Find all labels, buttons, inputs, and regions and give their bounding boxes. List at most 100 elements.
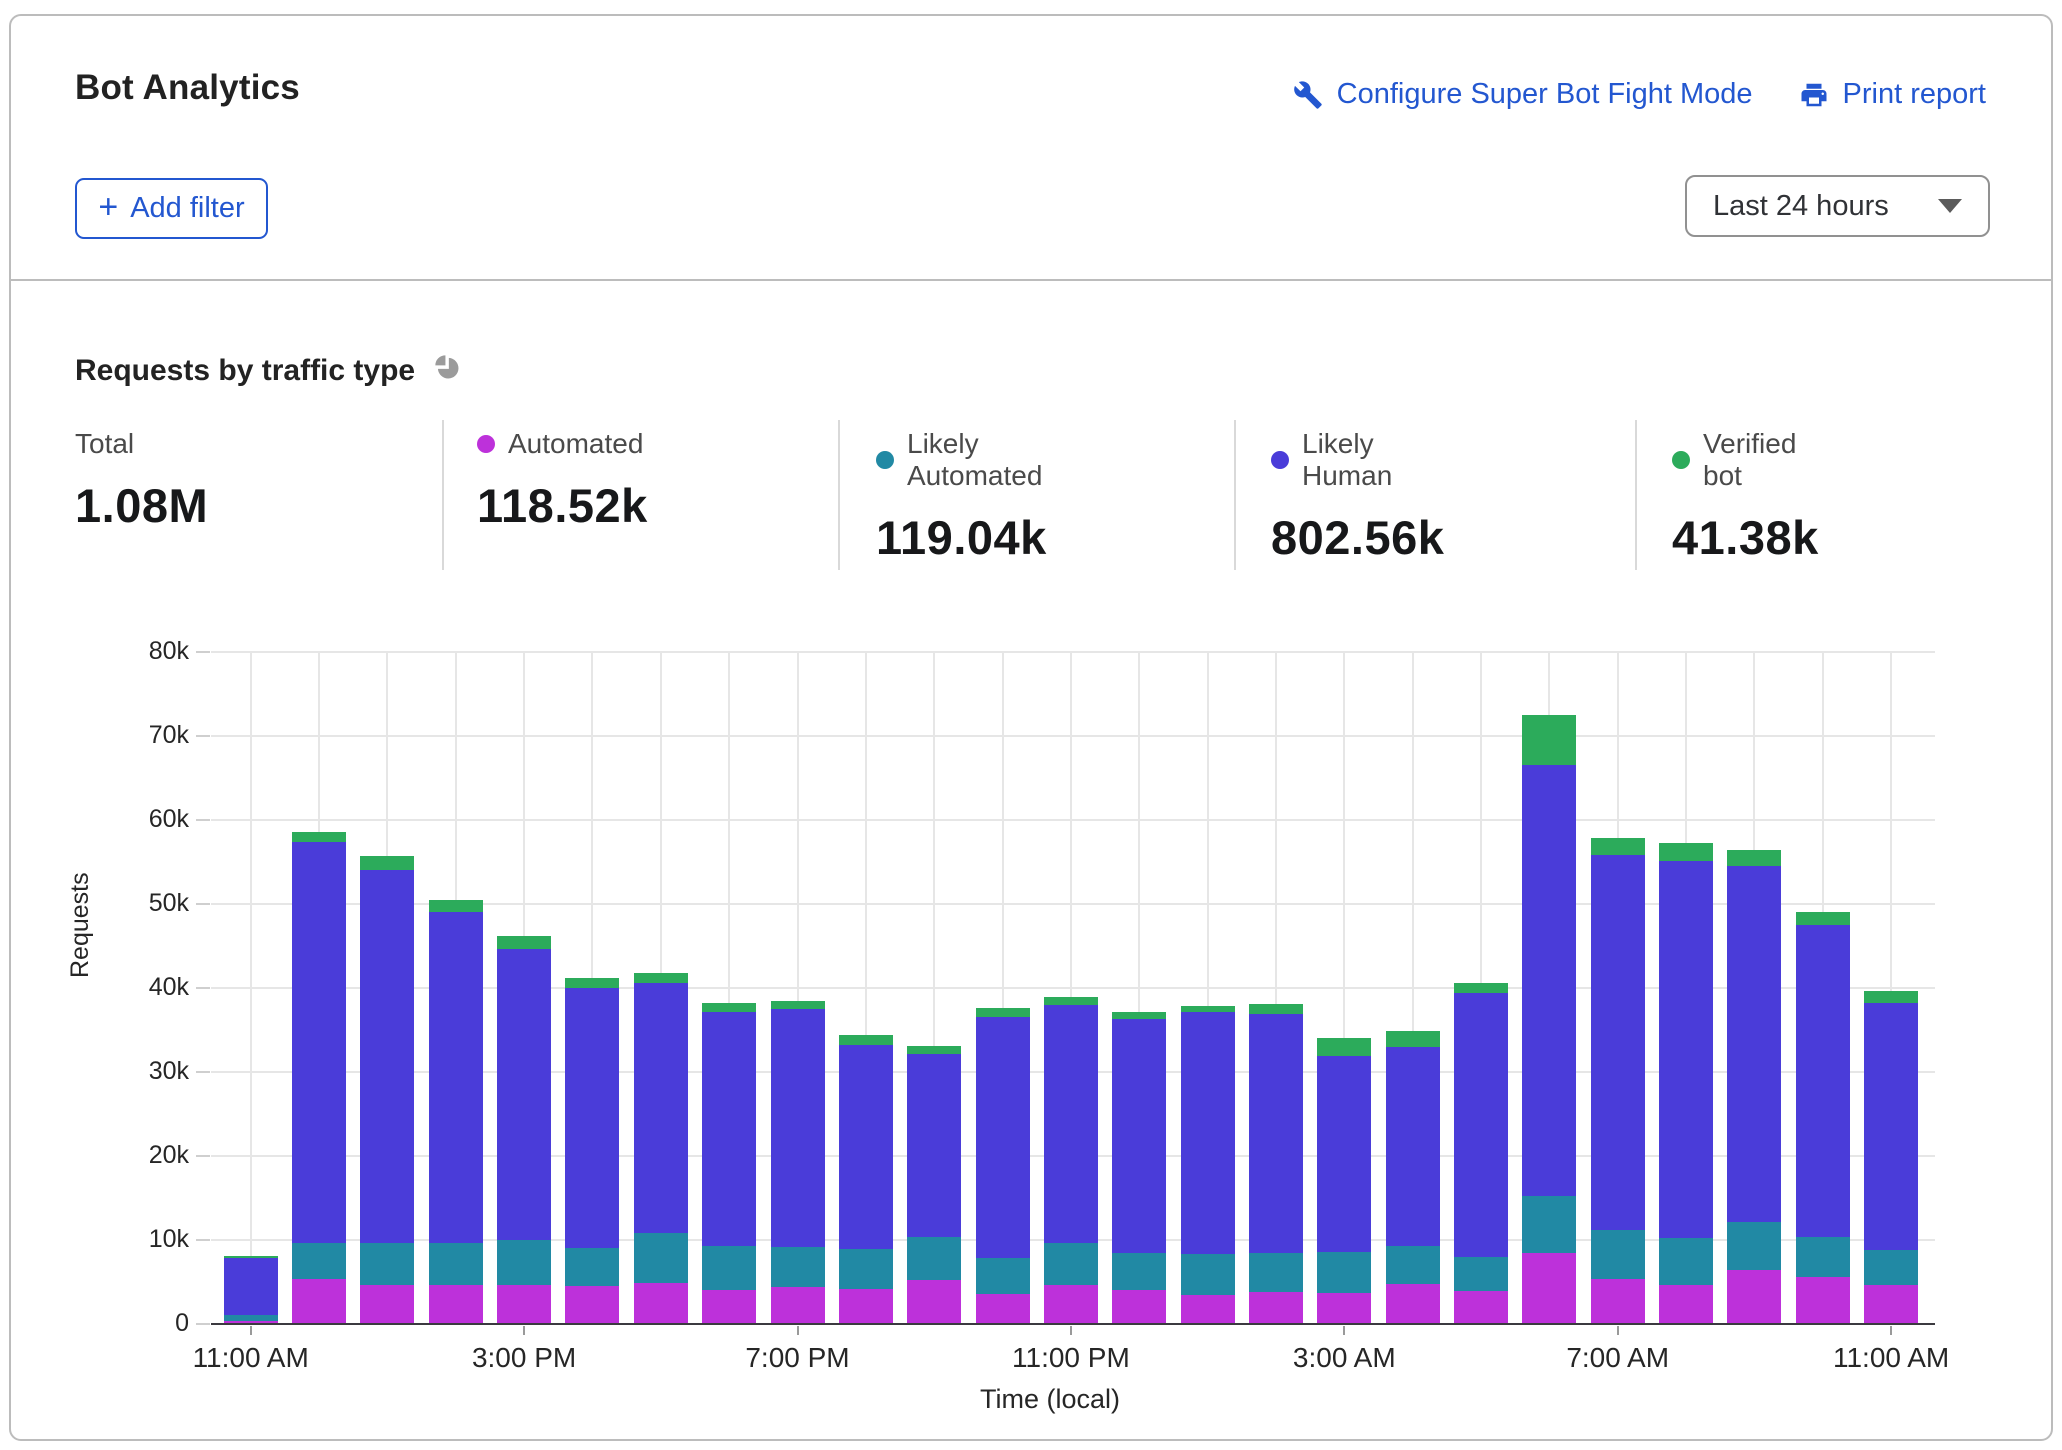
bar-segment-automated[interactable] <box>907 1280 961 1324</box>
bar-segment-automated[interactable] <box>292 1279 346 1324</box>
bar-segment-automated[interactable] <box>1317 1293 1371 1324</box>
bar-segment-likely-human[interactable] <box>976 1017 1030 1258</box>
bar-segment-automated[interactable] <box>1522 1253 1576 1324</box>
bar-segment-verified-bot[interactable] <box>1591 838 1645 856</box>
bar-segment-verified-bot[interactable] <box>634 973 688 983</box>
bar-segment-automated[interactable] <box>634 1283 688 1324</box>
bar-segment-likely-human[interactable] <box>429 912 483 1242</box>
bar-segment-automated[interactable] <box>1591 1279 1645 1324</box>
bar-segment-likely-automated[interactable] <box>1454 1257 1508 1291</box>
bar-segment-automated[interactable] <box>771 1287 825 1324</box>
bar-segment-automated[interactable] <box>976 1294 1030 1324</box>
bar-segment-verified-bot[interactable] <box>292 832 346 842</box>
bar-segment-verified-bot[interactable] <box>771 1001 825 1009</box>
bar-segment-verified-bot[interactable] <box>565 978 619 988</box>
bar-segment-verified-bot[interactable] <box>1386 1031 1440 1047</box>
bar-segment-automated[interactable] <box>1454 1291 1508 1324</box>
bar-segment-likely-human[interactable] <box>565 988 619 1248</box>
bar-segment-likely-automated[interactable] <box>1522 1196 1576 1252</box>
bar-segment-likely-human[interactable] <box>1181 1012 1235 1254</box>
bar-segment-likely-automated[interactable] <box>1112 1253 1166 1290</box>
bar-segment-likely-human[interactable] <box>1727 866 1781 1221</box>
bar-segment-likely-automated[interactable] <box>1864 1250 1918 1285</box>
bar-segment-automated[interactable] <box>1727 1270 1781 1324</box>
bar-segment-automated[interactable] <box>360 1285 414 1324</box>
bar-segment-likely-automated[interactable] <box>429 1243 483 1285</box>
bar-segment-likely-human[interactable] <box>1044 1005 1098 1244</box>
bar-segment-verified-bot[interactable] <box>1522 715 1576 765</box>
bar-segment-likely-human[interactable] <box>1522 765 1576 1197</box>
bar-segment-verified-bot[interactable] <box>1727 850 1781 866</box>
bar-segment-automated[interactable] <box>1249 1292 1303 1324</box>
bar-segment-verified-bot[interactable] <box>1864 991 1918 1003</box>
bar-segment-verified-bot[interactable] <box>1249 1004 1303 1014</box>
bar-segment-verified-bot[interactable] <box>702 1003 756 1011</box>
bar-segment-automated[interactable] <box>429 1285 483 1324</box>
bar-segment-likely-human[interactable] <box>771 1009 825 1247</box>
bar-segment-verified-bot[interactable] <box>1181 1006 1235 1013</box>
bar-segment-likely-automated[interactable] <box>771 1247 825 1287</box>
bar-segment-likely-human[interactable] <box>1454 993 1508 1257</box>
bar-segment-likely-human[interactable] <box>1249 1014 1303 1253</box>
bar-segment-likely-human[interactable] <box>360 870 414 1243</box>
bar-segment-likely-automated[interactable] <box>1044 1243 1098 1284</box>
bar-segment-likely-human[interactable] <box>1591 855 1645 1230</box>
bar-segment-automated[interactable] <box>1796 1277 1850 1324</box>
bar-segment-likely-human[interactable] <box>224 1258 278 1314</box>
bar-segment-likely-automated[interactable] <box>360 1243 414 1284</box>
bar-segment-likely-automated[interactable] <box>839 1249 893 1288</box>
bar-segment-verified-bot[interactable] <box>1044 997 1098 1005</box>
bar-segment-likely-automated[interactable] <box>1659 1238 1713 1284</box>
bar-segment-likely-automated[interactable] <box>224 1315 278 1321</box>
bar-segment-likely-human[interactable] <box>497 949 551 1240</box>
bar-segment-automated[interactable] <box>1386 1284 1440 1324</box>
bar-segment-verified-bot[interactable] <box>1112 1012 1166 1020</box>
bar-segment-automated[interactable] <box>702 1290 756 1324</box>
bar-segment-likely-automated[interactable] <box>1249 1253 1303 1292</box>
bar-segment-automated[interactable] <box>565 1286 619 1324</box>
bar-segment-likely-automated[interactable] <box>702 1246 756 1290</box>
bar-segment-likely-automated[interactable] <box>1317 1252 1371 1293</box>
bar-segment-likely-human[interactable] <box>907 1054 961 1238</box>
bar-segment-verified-bot[interactable] <box>360 856 414 870</box>
bar-segment-likely-automated[interactable] <box>292 1243 346 1279</box>
bar-segment-likely-automated[interactable] <box>907 1237 961 1280</box>
bar-segment-automated[interactable] <box>839 1289 893 1324</box>
bar-segment-verified-bot[interactable] <box>429 900 483 913</box>
bar-segment-verified-bot[interactable] <box>1454 983 1508 993</box>
bar-segment-automated[interactable] <box>1864 1285 1918 1324</box>
bar-segment-likely-automated[interactable] <box>1591 1230 1645 1279</box>
bar-segment-likely-human[interactable] <box>1796 925 1850 1237</box>
bar-segment-likely-human[interactable] <box>839 1045 893 1249</box>
bar-segment-automated[interactable] <box>1659 1285 1713 1324</box>
bar-segment-likely-human[interactable] <box>1112 1019 1166 1253</box>
bar-segment-likely-automated[interactable] <box>1386 1246 1440 1284</box>
bar-segment-verified-bot[interactable] <box>1317 1038 1371 1056</box>
bar-segment-likely-automated[interactable] <box>1181 1254 1235 1294</box>
bar-segment-likely-human[interactable] <box>1386 1047 1440 1246</box>
bar-segment-automated[interactable] <box>1112 1290 1166 1324</box>
bar-segment-verified-bot[interactable] <box>907 1046 961 1054</box>
bar-segment-likely-human[interactable] <box>292 842 346 1244</box>
bar-segment-verified-bot[interactable] <box>1796 912 1850 925</box>
bar-segment-likely-human[interactable] <box>1864 1003 1918 1250</box>
bar-segment-likely-automated[interactable] <box>1727 1222 1781 1271</box>
bar-segment-verified-bot[interactable] <box>497 936 551 949</box>
bar-segment-verified-bot[interactable] <box>1659 843 1713 861</box>
bar-segment-automated[interactable] <box>497 1285 551 1324</box>
bar-segment-automated[interactable] <box>1044 1285 1098 1324</box>
bar-segment-likely-automated[interactable] <box>565 1248 619 1286</box>
y-tick-label: 30k <box>99 1057 189 1086</box>
bar-segment-likely-human[interactable] <box>634 983 688 1233</box>
bar-segment-likely-automated[interactable] <box>976 1258 1030 1294</box>
bar-segment-likely-automated[interactable] <box>634 1233 688 1283</box>
bar-segment-likely-automated[interactable] <box>497 1240 551 1285</box>
bar-segment-verified-bot[interactable] <box>976 1008 1030 1016</box>
bar-segment-automated[interactable] <box>1181 1295 1235 1324</box>
bar-segment-verified-bot[interactable] <box>224 1256 278 1259</box>
bar-segment-likely-human[interactable] <box>1659 861 1713 1238</box>
bar-segment-likely-human[interactable] <box>1317 1056 1371 1252</box>
bar-segment-verified-bot[interactable] <box>839 1035 893 1045</box>
bar-segment-likely-human[interactable] <box>702 1012 756 1246</box>
bar-segment-likely-automated[interactable] <box>1796 1237 1850 1277</box>
